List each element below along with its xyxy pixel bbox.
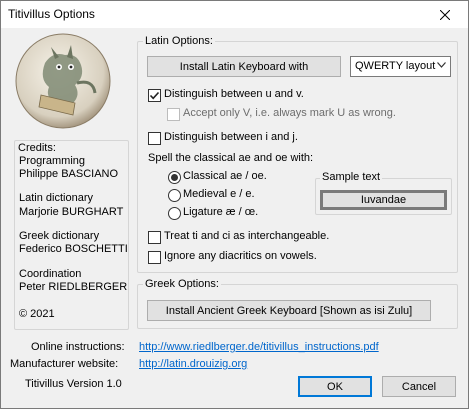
distinguish-ij-checkbox[interactable] xyxy=(148,132,161,145)
radio-medieval-label[interactable]: Medieval e / e. xyxy=(183,188,255,200)
window-title: Titivillus Options xyxy=(8,7,95,21)
chevron-down-icon xyxy=(437,62,446,68)
close-button[interactable] xyxy=(422,1,468,28)
sample-text-display: Iuvandae xyxy=(320,190,447,210)
install-greek-keyboard-button[interactable]: Install Ancient Greek Keyboard [Shown as… xyxy=(147,300,431,321)
credit-coord-role: Coordination xyxy=(19,268,82,280)
credit-latin-name: Marjorie BURGHART xyxy=(19,206,124,218)
credit-latin-role: Latin dictionary xyxy=(19,192,93,204)
online-instructions-label: Online instructions: xyxy=(31,341,125,353)
version-text: Titivillus Version 1.0 xyxy=(25,378,122,390)
accept-only-v-label[interactable]: Accept only V, i.e. always mark U as wro… xyxy=(183,107,396,119)
radio-medieval[interactable] xyxy=(168,189,181,202)
keyboard-layout-value: QWERTY layout xyxy=(355,60,436,72)
credit-coord-name: Peter RIEDLBERGER xyxy=(19,281,128,293)
radio-ligature[interactable] xyxy=(168,207,181,220)
keyboard-layout-select[interactable]: QWERTY layout xyxy=(350,56,451,77)
credit-greek-role: Greek dictionary xyxy=(19,230,100,242)
manufacturer-website-link[interactable]: http://latin.drouizig.org xyxy=(139,358,247,370)
credit-programming-role: Programming xyxy=(19,155,86,167)
radio-classical-label[interactable]: Classical ae / oe. xyxy=(183,170,267,182)
titivillus-logo xyxy=(15,33,111,129)
sample-text-value: Iuvandae xyxy=(360,194,407,206)
credits-heading: Credits: xyxy=(18,142,56,154)
distinguish-uv-checkbox[interactable] xyxy=(148,89,161,102)
ok-button[interactable]: OK xyxy=(298,376,372,397)
close-icon xyxy=(440,9,450,20)
title-bar[interactable]: Titivillus Options xyxy=(1,1,468,28)
copyright-text: © 2021 xyxy=(19,308,55,320)
install-latin-keyboard-button[interactable]: Install Latin Keyboard with xyxy=(147,56,341,77)
greek-options-heading: Greek Options: xyxy=(143,278,221,290)
radio-ligature-label[interactable]: Ligature æ / œ. xyxy=(183,206,258,218)
sample-text-heading: Sample text xyxy=(320,171,383,183)
diacritics-label[interactable]: Ignore any diacritics on vowels. xyxy=(164,250,317,262)
spell-heading: Spell the classical ae and oe with: xyxy=(148,152,314,164)
distinguish-ij-label[interactable]: Distinguish between i and j. xyxy=(164,131,298,143)
credit-greek-name: Federico BOSCHETTI xyxy=(19,243,128,255)
checkmark-icon xyxy=(149,91,160,100)
cancel-button[interactable]: Cancel xyxy=(382,376,456,397)
options-dialog: Titivillus Options Credits: Programming … xyxy=(0,0,469,409)
accept-only-v-checkbox[interactable] xyxy=(167,108,180,121)
diacritics-checkbox[interactable] xyxy=(148,251,161,264)
latin-options-heading: Latin Options: xyxy=(143,35,215,47)
ti-ci-checkbox[interactable] xyxy=(148,231,161,244)
online-instructions-link[interactable]: http://www.riedlberger.de/titivillus_ins… xyxy=(139,341,379,353)
manufacturer-website-label: Manufacturer website: xyxy=(10,358,119,370)
ti-ci-label[interactable]: Treat ti and ci as interchangeable. xyxy=(164,230,329,242)
credit-programming-name: Philippe BASCIANO xyxy=(19,168,119,180)
radio-classical[interactable] xyxy=(168,171,181,184)
distinguish-uv-label[interactable]: Distinguish between u and v. xyxy=(164,88,304,100)
